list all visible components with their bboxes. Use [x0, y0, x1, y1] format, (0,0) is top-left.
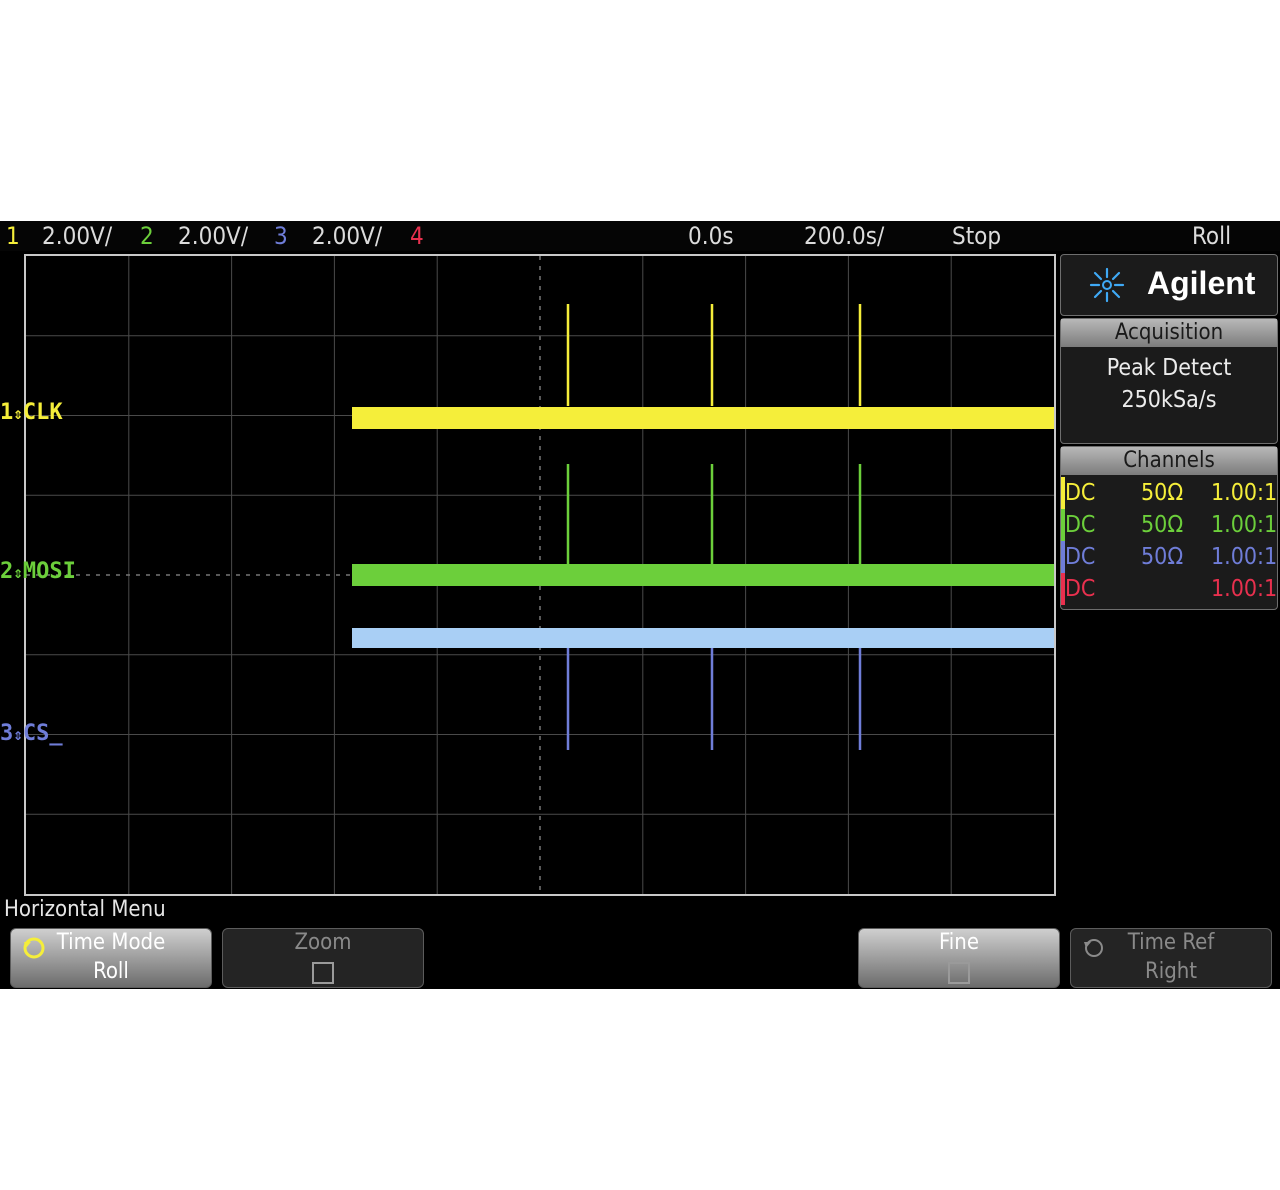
menu-title: Horizontal Menu: [4, 897, 166, 922]
fine-softkey[interactable]: Fine: [858, 928, 1060, 988]
ch1-ground-marker[interactable]: 1⇕CLK: [0, 401, 63, 426]
acquisition-header: Acquisition: [1061, 319, 1277, 347]
time-ref-softkey[interactable]: Time Ref Right: [1070, 928, 1272, 988]
ch4-probe: 1.00:1: [1211, 576, 1278, 602]
ch2-indicator[interactable]: 2: [140, 221, 154, 251]
channels-header: Channels: [1061, 447, 1277, 475]
ch1-trace: [352, 407, 1054, 429]
run-state: Stop: [952, 222, 1002, 250]
brand-name: Agilent: [1147, 265, 1256, 301]
ch3-trace: [352, 628, 1054, 648]
ch4-coupling: DC: [1065, 576, 1096, 602]
ch3-label: CS_: [22, 721, 63, 746]
info-panel: Agilent Acquisition Peak Detect 250kSa/s…: [1060, 254, 1278, 610]
zoom-softkey[interactable]: Zoom: [222, 928, 424, 988]
ch1-label: CLK: [22, 400, 63, 425]
brand-box: Agilent: [1060, 254, 1278, 316]
time-ref-value: Right: [1144, 959, 1198, 984]
ch2-scale: 2.00V/: [178, 222, 249, 250]
waveform-display: [26, 256, 1054, 894]
ch3-marker-num: 3: [0, 721, 14, 746]
ch3-coupling: DC: [1065, 544, 1096, 570]
zoom-checkbox[interactable]: [312, 962, 334, 984]
acquisition-box[interactable]: Acquisition Peak Detect 250kSa/s: [1060, 318, 1278, 444]
time-mode-readout: Roll: [1192, 222, 1232, 250]
agilent-spark-icon: [1089, 267, 1125, 303]
time-mode-value: Roll: [93, 959, 129, 984]
ch2-coupling: DC: [1065, 512, 1096, 538]
ch2-label: MOSI: [22, 559, 76, 584]
channel-row-3: DC 50Ω 1.00:1: [1061, 541, 1277, 573]
ch1-scale: 2.00V/: [42, 222, 113, 250]
ch3-probe: 1.00:1: [1211, 544, 1278, 570]
ch3-ground-marker[interactable]: 3⇕CS_: [0, 722, 63, 747]
time-ref-label: Time Ref: [1127, 930, 1215, 955]
oscilloscope-screen: 1 2.00V/ 2 2.00V/ 3 2.00V/ 4 0.0s 200.0s…: [0, 221, 1280, 989]
ch2-ground-marker[interactable]: 2⇕MOSI: [0, 560, 76, 585]
ch2-probe: 1.00:1: [1211, 512, 1278, 538]
fine-checkbox[interactable]: [948, 962, 970, 984]
channel-row-4: DC 1.00:1: [1061, 573, 1277, 605]
ch3-scale: 2.00V/: [312, 222, 383, 250]
fine-label: Fine: [938, 930, 979, 955]
ch2-marker-num: 2: [0, 559, 14, 584]
acquisition-mode: Peak Detect: [1106, 355, 1232, 381]
channels-box[interactable]: Channels DC 50Ω 1.00:1 DC 50Ω 1.00:1 DC …: [1060, 446, 1278, 610]
ch1-impedance: 50Ω: [1141, 480, 1184, 506]
sample-rate: 250kSa/s: [1121, 387, 1217, 413]
traces: [352, 304, 1054, 750]
time-mode-label: Time Mode: [56, 930, 166, 955]
ch3-indicator[interactable]: 3: [274, 221, 288, 251]
time-mode-softkey[interactable]: Time Mode Roll: [10, 928, 212, 988]
ch1-indicator[interactable]: 1: [6, 221, 20, 251]
ch3-impedance: 50Ω: [1141, 544, 1184, 570]
ch1-probe: 1.00:1: [1211, 480, 1278, 506]
graticule: [24, 254, 1056, 896]
channel-row-1: DC 50Ω 1.00:1: [1061, 477, 1277, 509]
ch1-coupling: DC: [1065, 480, 1096, 506]
channel-row-2: DC 50Ω 1.00:1: [1061, 509, 1277, 541]
ch2-impedance: 50Ω: [1141, 512, 1184, 538]
timebase-readout: 200.0s/: [804, 222, 885, 250]
zoom-label: Zoom: [294, 930, 352, 955]
ch2-trace: [352, 564, 1054, 586]
ch1-marker-num: 1: [0, 400, 14, 425]
ch4-indicator[interactable]: 4: [410, 221, 424, 251]
delay-readout: 0.0s: [688, 222, 734, 250]
status-bar: 1 2.00V/ 2 2.00V/ 3 2.00V/ 4 0.0s 200.0s…: [0, 221, 1280, 251]
